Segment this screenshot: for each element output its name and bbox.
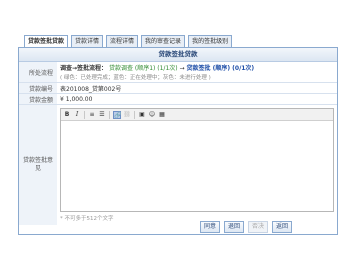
loan-amount-value: ¥ 1,000.00 — [60, 95, 93, 103]
table-icon[interactable]: ▦ — [158, 111, 166, 119]
opinion-row: 贷款签批意见 B I ≡ ☰ 🔗 ⛓ ▣ ☺ ▦ * 不可多于512个文字 — [19, 105, 337, 225]
tab-loan-detail[interactable]: 贷款详情 — [71, 35, 104, 47]
tab-my-review-records[interactable]: 我的审查记录 — [141, 35, 186, 47]
tab-my-sign-level[interactable]: 我的签批级别 — [188, 35, 233, 47]
toolbar-separator — [109, 110, 110, 119]
bold-icon[interactable]: B — [63, 111, 71, 119]
action-buttons: 同意 退回 否决 返回 — [200, 221, 293, 233]
loan-amount-label: 贷款金额 — [19, 94, 57, 104]
opinion-textarea[interactable] — [61, 121, 333, 213]
flow-arrow: → — [179, 65, 185, 72]
editor-toolbar: B I ≡ ☰ 🔗 ⛓ ▣ ☺ ▦ — [61, 109, 333, 121]
toolbar-separator — [134, 110, 135, 119]
flow-step-survey: 贷款调查 (顺序1) (1/1次) — [108, 65, 178, 72]
return-button[interactable]: 退回 — [224, 221, 245, 233]
image-icon[interactable]: ▣ — [138, 111, 146, 119]
flow-steps: 调查→签批流程： 贷款调查 (顺序1) (1/1次) → 贷款签批 (顺序) (… — [60, 63, 337, 72]
flow-label: 所处流程 — [19, 62, 57, 82]
flow-prefix: 调查→签批流程： — [60, 65, 108, 72]
agree-button[interactable]: 同意 — [200, 221, 221, 233]
flow-row: 所处流程 调查→签批流程： 贷款调查 (顺序1) (1/1次) → 贷款签批 (… — [19, 62, 337, 83]
opinion-label: 贷款签批意见 — [19, 105, 57, 225]
reject-button[interactable]: 否决 — [248, 221, 269, 233]
loan-amount-row: 贷款金额 ¥ 1,000.00 — [19, 94, 337, 105]
italic-icon[interactable]: I — [73, 111, 81, 119]
tab-bar: 贷款签批贷款 贷款详情 流程详情 我的审查记录 我的签批级别 — [24, 35, 235, 48]
opinion-editor: B I ≡ ☰ 🔗 ⛓ ▣ ☺ ▦ — [60, 108, 334, 212]
back-button[interactable]: 返回 — [272, 221, 293, 233]
flow-color-hint: ( 绿色：已处理完成；蓝色：正在处理中；灰色：未进行处理 ) — [60, 75, 211, 81]
flow-step-sign: 贷款签批 (顺序) (0/1次) — [186, 65, 255, 72]
unordered-list-icon[interactable]: ☰ — [98, 111, 106, 119]
link-icon[interactable]: 🔗 — [113, 110, 121, 119]
sign-form-panel: 贷款签批贷款 所处流程 调查→签批流程： 贷款调查 (顺序1) (1/1次) →… — [18, 47, 338, 235]
toolbar-separator — [84, 110, 85, 119]
ordered-list-icon[interactable]: ≡ — [88, 111, 96, 119]
opinion-editor-wrap: B I ≡ ☰ 🔗 ⛓ ▣ ☺ ▦ * 不可多于512个文字 — [57, 105, 337, 225]
panel-title: 贷款签批贷款 — [19, 48, 337, 62]
tab-flow-detail[interactable]: 流程详情 — [106, 35, 139, 47]
char-limit-note: * 不可多于512个文字 — [60, 216, 114, 222]
emoticon-icon[interactable]: ☺ — [148, 111, 156, 119]
unlink-icon[interactable]: ⛓ — [123, 111, 131, 119]
loan-number-row: 贷款编号 表201008_贷第002号 — [19, 83, 337, 94]
loan-number-label: 贷款编号 — [19, 83, 57, 93]
loan-number-value: 表201008_贷第002号 — [60, 85, 122, 93]
flow-value: 调查→签批流程： 贷款调查 (顺序1) (1/1次) → 贷款签批 (顺序) (… — [57, 62, 337, 82]
